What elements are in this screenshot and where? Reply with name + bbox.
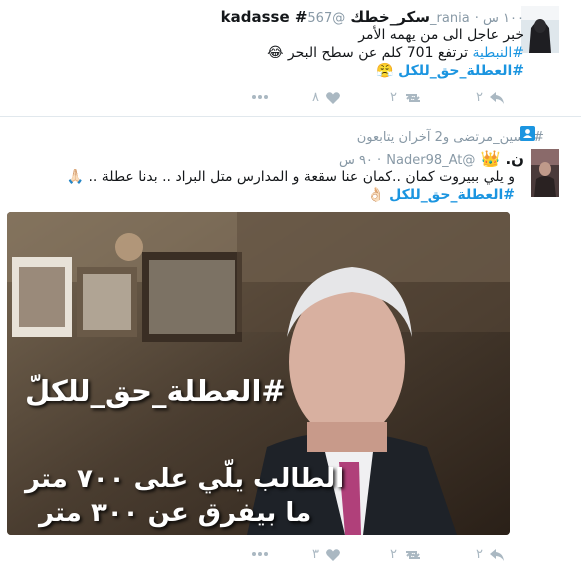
timestamp-text[interactable]: ١٠٠ س: [483, 11, 524, 26]
image-caption-line-1: الطالب يلّي على ٧٠٠ متر: [25, 464, 345, 494]
reply-count: ٢: [476, 547, 483, 562]
retweet-count: ٢: [390, 547, 397, 562]
tweet-1[interactable]: kadasse #سكر_خطك @567_rania · ١٠٠ س خبر …: [0, 0, 581, 117]
hashtag-link[interactable]: #العطلة_حق_للكل: [398, 63, 524, 79]
hashtag-link[interactable]: #العطلة_حق_للكل: [389, 187, 515, 203]
emoji: 🙏🏻: [66, 169, 84, 185]
retweet-button[interactable]: ٢: [390, 90, 423, 105]
reply-button[interactable]: ٢: [476, 547, 505, 562]
more-button[interactable]: [251, 90, 269, 104]
hashtag-link[interactable]: #النبطية: [472, 45, 524, 61]
avatar-image: [521, 6, 559, 53]
more-dots-icon: [252, 552, 268, 556]
follow-context: #حسين_مرتضى و2 آخران يتابعون: [357, 126, 544, 145]
image-hashtag-text: #العطلة_حق_للكلّ: [25, 374, 286, 408]
tweet-text: ترتفع 701 كلم عن سطح البحر: [287, 45, 473, 61]
more-button[interactable]: [251, 547, 269, 561]
tweet-text-line: #النبطية ترتفع 701 كلم عن سطح البحر 😂: [267, 45, 524, 61]
tweet-2[interactable]: #حسين_مرتضى و2 آخران يتابعون ن. 👑 @Nader…: [0, 117, 581, 570]
retweet-icon: [405, 550, 420, 559]
tweet-header: kadasse #سكر_خطك @567_rania · ١٠٠ س: [221, 7, 524, 26]
reply-button[interactable]: ٢: [476, 90, 505, 105]
retweet-icon: [405, 93, 420, 102]
avatar[interactable]: [521, 6, 559, 53]
tweet-text-line: #العطلة_حق_للكل 👌🏻: [367, 187, 515, 203]
reply-icon: [489, 91, 504, 104]
user-name[interactable]: ن.: [505, 150, 524, 168]
tweet-text-line: #العطلة_حق_للكل 😤: [376, 63, 524, 79]
timestamp-text[interactable]: ٩٠ س: [339, 153, 373, 168]
follow-context-text[interactable]: #حسين_مرتضى و2 آخران يتابعون: [357, 130, 544, 145]
reply-icon: [489, 548, 504, 561]
like-button[interactable]: ٨: [312, 90, 341, 105]
tweet-text-line: و يلي ببيروت كمان ..كمان عنا سقعة و المد…: [67, 169, 515, 185]
timestamp[interactable]: · ١٠٠ س: [475, 11, 524, 26]
like-count: ٣: [312, 547, 319, 562]
tweet-text: خبر عاجل الى من يهمه الأمر: [358, 27, 524, 43]
retweet-button[interactable]: ٢: [390, 547, 423, 562]
heart-icon: [326, 91, 340, 104]
retweet-count: ٢: [390, 90, 397, 105]
emoji: 👌🏻: [367, 187, 385, 203]
reply-count: ٢: [476, 90, 483, 105]
tweet-header: ن. 👑 @Nader98_At · ٩٠ س: [339, 149, 524, 168]
tweet-media-image[interactable]: #العطلة_حق_للكلّ الطالب يلّي على ٧٠٠ متر…: [7, 212, 510, 535]
tweet-text-line: خبر عاجل الى من يهمه الأمر: [358, 27, 524, 43]
avatar-image: [531, 149, 559, 197]
person-icon: [520, 126, 535, 141]
user-handle[interactable]: @Nader98_At: [386, 153, 475, 168]
image-caption-line-2: ما بيفرق عن ٣٠٠ متر: [39, 498, 312, 528]
like-count: ٨: [312, 90, 319, 105]
emoji: 😂: [267, 45, 284, 61]
tweet-text: و يلي ببيروت كمان ..كمان عنا سقعة و المد…: [88, 169, 515, 185]
more-dots-icon: [252, 95, 268, 99]
like-button[interactable]: ٣: [312, 547, 341, 562]
emoji: 😤: [376, 63, 394, 79]
timestamp[interactable]: · ٩٠ س: [339, 153, 381, 168]
avatar[interactable]: [531, 149, 559, 197]
emoji: 👑: [480, 149, 501, 168]
heart-icon: [326, 548, 340, 561]
